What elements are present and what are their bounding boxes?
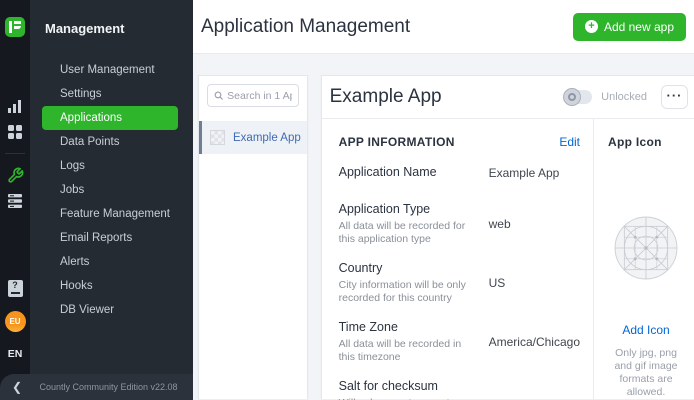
sidebar-item-settings[interactable]: Settings [42,82,178,106]
app-icon-section: App Icon [593,119,694,399]
app-information-title: APP INFORMATION [339,135,560,149]
sidebar-item-user-management[interactable]: User Management [42,58,178,82]
sidebar-item-hooks[interactable]: Hooks [42,274,178,298]
logs-server-icon[interactable] [0,188,30,214]
sidebar-item-alerts[interactable]: Alerts [42,250,178,274]
icon-sidebar: ? EU EN [0,0,30,400]
version-label: Countly Community Edition v22.08 [34,382,193,392]
app-detail-panel: Example App Unlocked ··· APP INFORMATION… [321,75,694,399]
user-avatar[interactable]: EU [5,311,26,332]
sidebar-item-db-viewer[interactable]: DB Viewer [42,298,178,322]
analytics-bar-chart-icon[interactable] [0,93,30,119]
page-header: Application Management + Add new app [193,0,694,54]
field-time-zone: Time Zone All data will be recorded in t… [339,320,580,364]
edit-link[interactable]: Edit [559,135,580,149]
field-country: Country City information will be only re… [339,261,580,305]
lock-toggle[interactable] [566,90,592,104]
page-title: Application Management [201,16,573,38]
plus-circle-icon: + [585,20,598,33]
sidebar-divider [5,153,25,154]
help-guides-icon[interactable]: ? [8,280,23,297]
sidebar-item-email-reports[interactable]: Email Reports [42,226,178,250]
menu-title: Management [30,0,193,36]
app-search-input[interactable] [227,90,291,102]
avatar-initials: EU [9,317,20,326]
add-new-app-label: Add new app [604,20,674,34]
field-salt-for-checksum: Salt for checksum Will only accept reque… [339,379,580,400]
field-application-name: Application Name Example App [339,165,580,180]
search-icon [214,90,223,101]
app-search-box [207,84,299,107]
more-options-button[interactable]: ··· [661,85,688,109]
app-title: Example App [330,86,567,108]
countly-logo-icon[interactable] [5,17,25,37]
lock-toggle-knob [563,88,581,106]
language-selector[interactable]: EN [8,348,23,360]
app-thumbnail-icon [210,130,225,145]
app-information-section: APP INFORMATION Edit Application Name Ex… [322,119,593,399]
apps-grid-icon[interactable] [0,119,30,145]
lock-toggle-label: Unlocked [601,91,647,103]
sidebar-footer: ❮ Countly Community Edition v22.08 [0,374,193,400]
app-list-item-example-app[interactable]: Example App [199,121,307,154]
app-detail-header: Example App Unlocked ··· [322,76,694,119]
app-list-panel: Example App [198,75,308,399]
app-list-item-label: Example App [233,132,301,144]
collapse-sidebar-icon[interactable]: ❮ [0,380,34,394]
sidebar-item-jobs[interactable]: Jobs [42,178,178,202]
icon-format-hint: Only jpg, png and gif image formats are … [608,347,684,399]
sidebar-item-applications[interactable]: Applications [42,106,178,130]
management-menu: Management User Management Settings Appl… [30,0,193,400]
sidebar-item-logs[interactable]: Logs [42,154,178,178]
app-icon-title: App Icon [608,135,662,188]
sidebar-item-feature-management[interactable]: Feature Management [42,202,178,226]
main-area: Application Management + Add new app [193,0,694,400]
add-new-app-button[interactable]: + Add new app [573,13,686,41]
sidebar-item-data-points[interactable]: Data Points [42,130,178,154]
add-icon-link[interactable]: Add Icon [622,323,669,337]
management-wrench-icon[interactable] [0,162,30,188]
field-application-type: Application Type All data will be record… [339,202,580,246]
app-icon-placeholder [613,215,679,281]
